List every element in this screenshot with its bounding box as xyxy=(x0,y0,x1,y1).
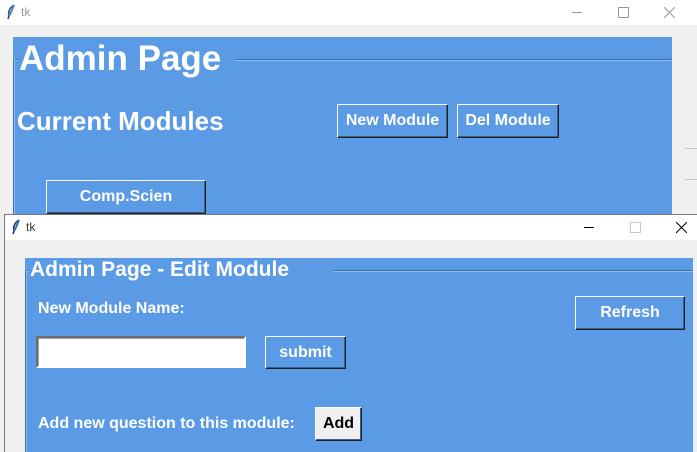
page-title: Admin Page xyxy=(19,39,222,78)
maximize-icon xyxy=(630,222,641,233)
feather-icon xyxy=(7,4,15,20)
new-module-button[interactable]: New Module xyxy=(337,104,448,138)
new-module-name-label: New Module Name: xyxy=(38,300,185,317)
current-modules-label: Current Modules xyxy=(17,106,224,136)
close-icon xyxy=(676,222,687,233)
labelframe-border-left xyxy=(25,270,27,452)
main-window-title: tk xyxy=(21,5,31,19)
add-question-label: Add new question to this module: xyxy=(38,415,295,432)
feather-icon xyxy=(12,219,20,235)
refresh-button[interactable]: Refresh xyxy=(575,296,685,330)
edit-titlebar[interactable]: tk xyxy=(5,215,697,240)
edit-page-title: Admin Page - Edit Module xyxy=(30,258,290,281)
edit-window: tk Admin Page - Edit Module New Module N… xyxy=(4,214,697,452)
del-module-button[interactable]: Del Module xyxy=(457,104,559,138)
module-button[interactable]: Comp.Scien xyxy=(46,180,206,214)
add-question-button[interactable]: Add xyxy=(315,407,362,441)
labelframe-border-top xyxy=(333,270,693,272)
module-name-input[interactable] xyxy=(36,336,246,368)
main-titlebar[interactable]: tk xyxy=(0,0,697,25)
edge-mark xyxy=(685,148,697,180)
maximize-icon xyxy=(618,7,629,18)
edit-module-labelframe: Admin Page - Edit Module New Module Name… xyxy=(25,258,693,452)
minimize-icon xyxy=(572,12,582,13)
minimize-button[interactable] xyxy=(555,0,601,25)
close-icon xyxy=(664,7,675,18)
submit-button[interactable]: submit xyxy=(265,336,346,369)
maximize-button[interactable] xyxy=(601,0,647,25)
maximize-button[interactable] xyxy=(613,215,659,240)
edit-window-title: tk xyxy=(26,220,36,234)
window-edge xyxy=(685,25,697,214)
minimize-button[interactable] xyxy=(567,215,613,240)
close-button[interactable] xyxy=(659,215,697,240)
labelframe-border-top xyxy=(236,59,672,61)
close-button[interactable] xyxy=(647,0,693,25)
minimize-icon xyxy=(584,227,594,228)
